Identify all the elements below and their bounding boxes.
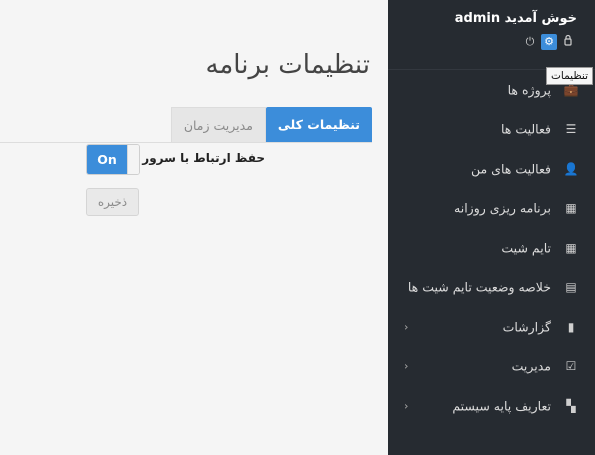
sidebar-item-1[interactable]: ☰ فعالیت ها bbox=[388, 110, 595, 150]
power-icon[interactable]: ⏻ bbox=[522, 34, 538, 50]
sidebar-item-label: تایم شیت bbox=[501, 240, 551, 256]
check-square-icon: ☑ bbox=[565, 359, 577, 374]
welcome-text: admin خوش آمدید bbox=[454, 11, 577, 26]
user-tie-icon: 👤 bbox=[563, 161, 579, 176]
sidebar-item-3[interactable]: ▦ برنامه ریزی روزانه bbox=[388, 189, 595, 229]
sidebar-item-7[interactable]: ☑ مدیریت › bbox=[388, 347, 595, 387]
th-large-icon: ▚ bbox=[566, 398, 576, 413]
header-icon-group: ⏻ ⚙ bbox=[522, 34, 576, 50]
chevron-right-icon: › bbox=[404, 359, 409, 373]
main-content: تنظیمات برنامه تنظیمات کلی مدیریت زمان ح… bbox=[0, 0, 388, 455]
sidebar-item-5[interactable]: ▤ خلاصه وضعیت تایم شیت ها bbox=[388, 268, 595, 308]
toggle-on-text: On bbox=[87, 145, 127, 174]
sidebar-item-label: مدیریت bbox=[511, 358, 551, 374]
tab-time-management[interactable]: مدیریت زمان bbox=[170, 107, 266, 142]
file-icon: ▮ bbox=[567, 319, 575, 334]
keep-alive-toggle[interactable]: On bbox=[86, 144, 140, 175]
sidebar-item-label: تعاریف پایه سیستم bbox=[452, 398, 551, 414]
table-icon: ▦ bbox=[565, 201, 577, 216]
tab-divider bbox=[0, 142, 372, 143]
sidebar-header: admin خوش آمدید ⏻ ⚙ bbox=[388, 0, 595, 70]
user-icon[interactable] bbox=[560, 34, 576, 50]
sidebar-item-8[interactable]: ▚ تعاریف پایه سیستم › bbox=[388, 386, 595, 426]
sidebar-item-label: گزارشات bbox=[502, 319, 551, 335]
sidebar-item-2[interactable]: 👤 فعالیت های من bbox=[388, 149, 595, 189]
toggle-knob bbox=[127, 145, 139, 174]
sidebar-item-label: فعالیت های من bbox=[470, 161, 551, 177]
user-icon-glyph bbox=[564, 34, 572, 46]
save-button[interactable]: ذخیره bbox=[86, 188, 139, 216]
list-alt-icon: ▤ bbox=[565, 280, 577, 295]
settings-tooltip: تنظیمات bbox=[546, 67, 594, 85]
sidebar-menu: 💼 پروژه ها ☰ فعالیت ها 👤 فعالیت های من ▦ برنامه… bbox=[388, 70, 595, 426]
tasks-icon: ☰ bbox=[565, 122, 577, 137]
page-title: تنظیمات برنامه bbox=[205, 50, 370, 80]
sidebar-item-6[interactable]: ▮ گزارشات › bbox=[388, 307, 595, 347]
sidebar-item-label: فعالیت ها bbox=[500, 121, 551, 137]
sidebar-item-label: خلاصه وضعیت تایم شیت ها bbox=[407, 279, 551, 295]
calendar-icon: ▦ bbox=[565, 240, 577, 255]
gear-icon[interactable]: ⚙ bbox=[541, 34, 557, 50]
tab-bar: تنظیمات کلی مدیریت زمان bbox=[170, 107, 372, 142]
sidebar-item-4[interactable]: ▦ تایم شیت bbox=[388, 228, 595, 268]
chevron-right-icon: › bbox=[404, 320, 409, 334]
sidebar-item-label: برنامه ریزی روزانه bbox=[454, 200, 551, 216]
keep-alive-label: حفظ ارتباط با سرور bbox=[142, 151, 265, 165]
chevron-right-icon: › bbox=[404, 399, 409, 413]
tab-general-settings[interactable]: تنظیمات کلی bbox=[265, 107, 372, 142]
sidebar-item-label: پروژه ها bbox=[507, 82, 551, 98]
